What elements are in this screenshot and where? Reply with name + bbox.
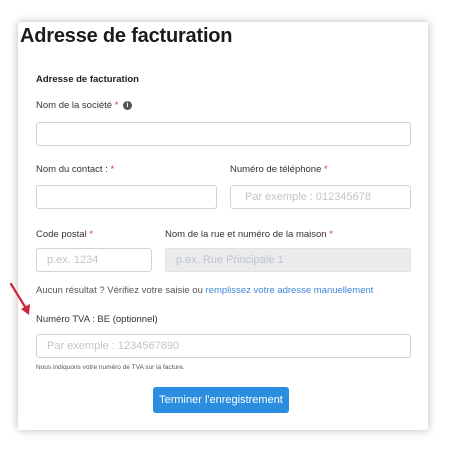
vat-label: Numéro TVA : BE (optionnel)	[36, 314, 158, 325]
company-label: Nom de la société * i	[36, 100, 133, 111]
info-icon[interactable]: i	[123, 100, 133, 110]
annotation-arrow-icon	[9, 282, 30, 315]
postal-input[interactable]: p.ex. 1234	[36, 248, 152, 272]
manual-address-link[interactable]: remplissez votre adresse manuellement	[206, 285, 374, 296]
required-mark: *	[89, 229, 94, 240]
company-input[interactable]	[36, 122, 411, 146]
required-mark: *	[324, 164, 328, 175]
phone-input[interactable]: Par exemple : 012345678	[230, 185, 411, 209]
section-title: Adresse de facturation	[36, 74, 139, 85]
required-mark: *	[110, 164, 115, 175]
contact-label: Nom du contact : *	[36, 164, 115, 175]
street-label: Nom de la rue et numéro de la maison *	[165, 229, 333, 240]
contact-input[interactable]	[36, 185, 217, 209]
vat-note: Nous indiquons votre numéro de TVA sur l…	[36, 364, 185, 371]
billing-form: Adresse de facturation Nom de la société…	[19, 51, 429, 430]
required-mark: *	[329, 229, 333, 240]
postal-label: Code postal *	[36, 229, 94, 240]
street-input[interactable]: p.ex. Rue Principale 1	[165, 248, 411, 272]
vat-input[interactable]: Par exemple : 1234567890	[36, 334, 411, 358]
required-mark: *	[114, 100, 119, 111]
no-result-hint: Aucun résultat ? Vérifiez votre saisie o…	[36, 285, 374, 296]
phone-label: Numéro de téléphone *	[230, 164, 328, 175]
page-title: Adresse de facturation	[20, 25, 233, 47]
submit-button[interactable]: Terminer l'enregistrement	[153, 387, 289, 413]
